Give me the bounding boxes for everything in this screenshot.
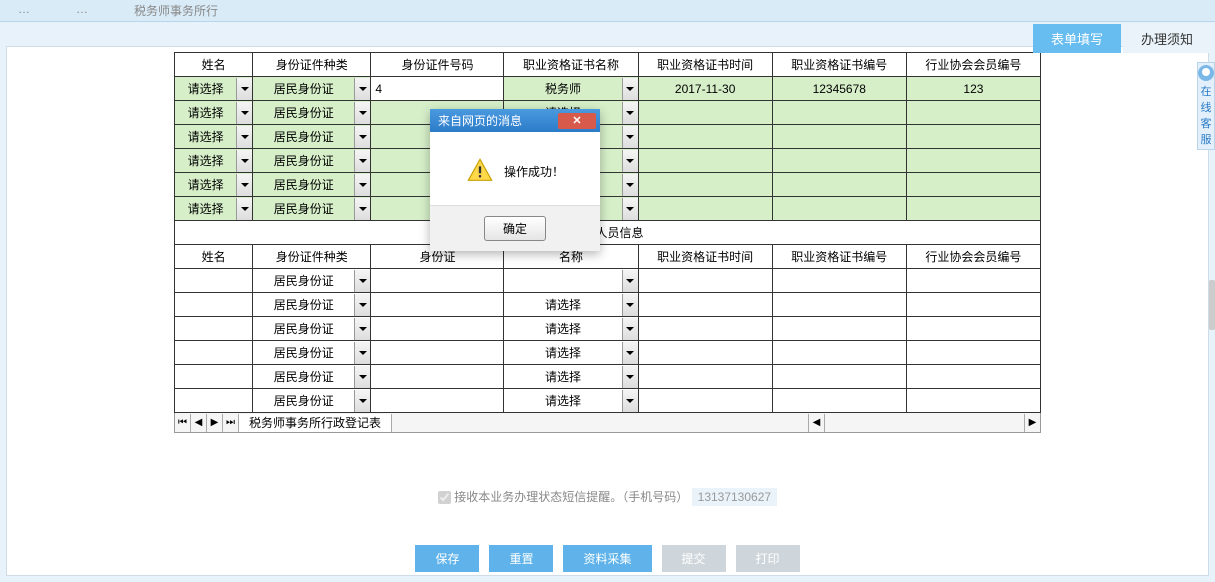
- dropdown-icon[interactable]: [354, 270, 370, 292]
- sms-checkbox[interactable]: [438, 491, 451, 504]
- dropdown-icon[interactable]: [354, 174, 370, 196]
- dialog-title: 来自网页的消息: [438, 112, 522, 129]
- dropdown-icon[interactable]: [622, 390, 638, 412]
- th-id-type: 身份证件种类: [253, 53, 371, 77]
- table-row: 请选择 居民身份证: [175, 173, 1041, 197]
- dropdown-icon[interactable]: [354, 198, 370, 220]
- agent-icon: [1198, 65, 1214, 81]
- dropdown-icon[interactable]: [236, 198, 252, 220]
- warning-icon: [466, 157, 494, 185]
- tab-form-fill[interactable]: 表单填写: [1033, 24, 1121, 53]
- dropdown-icon[interactable]: [622, 342, 638, 364]
- dropdown-icon[interactable]: [622, 102, 638, 124]
- sms-label: 接收本业务办理状态短信提醒。（手机号码）: [454, 490, 688, 504]
- dropdown-icon[interactable]: [354, 390, 370, 412]
- table-row: 居民身份证 请选择: [175, 365, 1041, 389]
- cert-no-cell[interactable]: 12345678: [772, 77, 906, 101]
- dropdown-icon[interactable]: [622, 126, 638, 148]
- dropdown-icon[interactable]: [354, 318, 370, 340]
- table-row: 请选择 居民身份证 请选择: [175, 101, 1041, 125]
- submit-button: 提交: [662, 545, 726, 572]
- th-member-no: 行业协会会员编号: [906, 53, 1040, 77]
- nav-prev-icon[interactable]: ◀: [191, 414, 207, 432]
- dropdown-icon[interactable]: [354, 294, 370, 316]
- tab-notice[interactable]: 办理须知: [1123, 24, 1211, 53]
- certname-select: 税务师: [504, 78, 621, 99]
- section-2-title: 资格人员信息: [175, 221, 1041, 245]
- dropdown-icon[interactable]: [354, 366, 370, 388]
- dropdown-icon[interactable]: [236, 102, 252, 124]
- scrollbar-thumb[interactable]: [1209, 280, 1215, 330]
- table-row: 居民身份证 请选择: [175, 293, 1041, 317]
- dropdown-icon[interactable]: [622, 174, 638, 196]
- online-service-widget[interactable]: 在线 客服: [1197, 62, 1215, 150]
- name-select: 请选择: [175, 78, 236, 99]
- table-row: 请选择 居民身份证: [175, 125, 1041, 149]
- dropdown-icon[interactable]: [354, 126, 370, 148]
- id-no-cell[interactable]: 4: [371, 77, 504, 101]
- top-tab-2[interactable]: …: [68, 0, 96, 21]
- sheet-nav: ⏮ ◀ ▶ ⏭ 税务师事务所行政登记表 ◀ ▶: [174, 413, 1041, 433]
- dropdown-icon[interactable]: [236, 174, 252, 196]
- th-name: 姓名: [175, 53, 253, 77]
- dropdown-icon[interactable]: [622, 198, 638, 220]
- print-button: 打印: [736, 545, 800, 572]
- collect-button[interactable]: 资料采集: [563, 545, 651, 572]
- dropdown-icon[interactable]: [236, 150, 252, 172]
- dropdown-icon[interactable]: [622, 294, 638, 316]
- dropdown-icon[interactable]: [236, 126, 252, 148]
- idtype-select: 居民身份证: [253, 78, 354, 99]
- table-row: 请选择 居民身份证 4 税务师 2017-11-30 12345678 123: [175, 77, 1041, 101]
- dropdown-icon[interactable]: [236, 78, 252, 100]
- top-tab-1[interactable]: …: [10, 0, 38, 21]
- dropdown-icon[interactable]: [622, 78, 638, 100]
- sms-phone[interactable]: 13137130627: [692, 488, 777, 506]
- table-2-header: 姓名 身份证件种类 身份证 名称 职业资格证书时间 职业资格证书编号 行业协会会…: [175, 245, 1041, 269]
- nav-first-icon[interactable]: ⏮: [175, 414, 191, 432]
- section-2-title-row: 资格人员信息: [175, 221, 1041, 245]
- table-row: 居民身份证 请选择: [175, 341, 1041, 365]
- form-tabs: 表单填写 办理须知: [1033, 24, 1211, 53]
- dialog-message: 操作成功！: [504, 163, 564, 180]
- action-bar: 保存 重置 资料采集 提交 打印: [7, 545, 1208, 572]
- nav-next-icon[interactable]: ▶: [207, 414, 223, 432]
- scroll-right-icon[interactable]: ▶: [1024, 414, 1040, 432]
- scroll-left-icon[interactable]: ◀: [808, 414, 824, 432]
- top-tab-bar: … … 税务师事务所行: [0, 0, 1215, 22]
- dropdown-icon[interactable]: [354, 150, 370, 172]
- alert-dialog: 来自网页的消息 ✕ 操作成功！ 确定: [430, 109, 600, 251]
- table-row: 居民身份证: [175, 269, 1041, 293]
- close-icon[interactable]: ✕: [558, 113, 596, 129]
- reset-button[interactable]: 重置: [489, 545, 553, 572]
- dropdown-icon[interactable]: [354, 342, 370, 364]
- top-tab-3[interactable]: 税务师事务所行: [126, 0, 226, 21]
- th-id-no: 身份证件号码: [371, 53, 504, 77]
- table-row: 请选择 居民身份证: [175, 197, 1041, 221]
- cert-time-cell[interactable]: 2017-11-30: [638, 77, 772, 101]
- dropdown-icon[interactable]: [622, 150, 638, 172]
- dropdown-icon[interactable]: [354, 102, 370, 124]
- table-row: 请选择 居民身份证: [175, 149, 1041, 173]
- dropdown-icon[interactable]: [354, 78, 370, 100]
- ok-button[interactable]: 确定: [484, 216, 546, 241]
- main-panel: 姓名 身份证件种类 身份证件号码 职业资格证书名称 职业资格证书时间 职业资格证…: [6, 46, 1209, 576]
- sheet-tab[interactable]: 税务师事务所行政登记表: [239, 414, 392, 432]
- th-cert-no: 职业资格证书编号: [772, 53, 906, 77]
- nav-last-icon[interactable]: ⏭: [223, 414, 239, 432]
- table-1-header: 姓名 身份证件种类 身份证件号码 职业资格证书名称 职业资格证书时间 职业资格证…: [175, 53, 1041, 77]
- table-1: 姓名 身份证件种类 身份证件号码 职业资格证书名称 职业资格证书时间 职业资格证…: [174, 52, 1041, 413]
- th-cert-name: 职业资格证书名称: [504, 53, 638, 77]
- dropdown-icon[interactable]: [622, 270, 638, 292]
- sms-row: 接收本业务办理状态短信提醒。（手机号码） 13137130627: [7, 488, 1208, 505]
- member-no-cell[interactable]: 123: [906, 77, 1040, 101]
- dropdown-icon[interactable]: [622, 366, 638, 388]
- save-button[interactable]: 保存: [415, 545, 479, 572]
- th-cert-time: 职业资格证书时间: [638, 53, 772, 77]
- table-row: 居民身份证 请选择: [175, 389, 1041, 413]
- table-row: 居民身份证 请选择: [175, 317, 1041, 341]
- dropdown-icon[interactable]: [622, 318, 638, 340]
